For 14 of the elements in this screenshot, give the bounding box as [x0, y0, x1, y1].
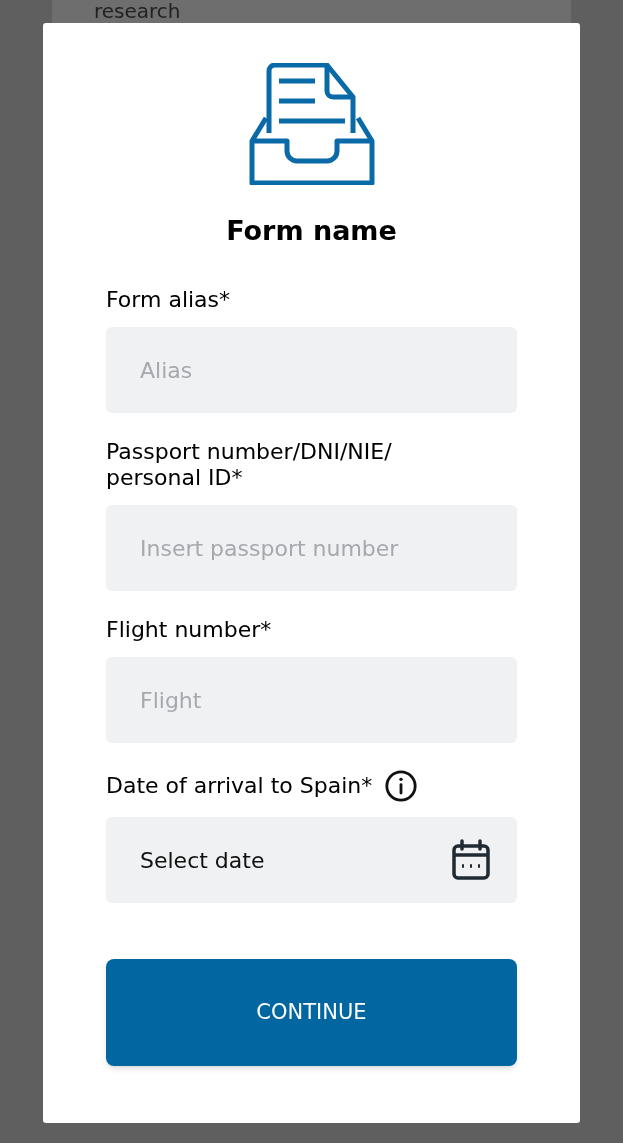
- date-field[interactable]: Select date: [106, 817, 517, 903]
- field-label: Flight number*: [106, 617, 272, 643]
- input-field[interactable]: Alias: [106, 327, 517, 413]
- background-text: research: [94, 0, 181, 22]
- document-tray-icon: [248, 63, 375, 185]
- field-label: Passport number/DNI/NIE/ personal ID*: [106, 439, 393, 491]
- continue-button[interactable]: CONTINUE: [106, 959, 517, 1066]
- input-field[interactable]: Insert passport number: [106, 505, 517, 591]
- calendar-icon: [451, 839, 491, 881]
- field-label: Date of arrival to Spain*: [106, 773, 373, 799]
- info-icon[interactable]: [384, 769, 419, 803]
- field-label: Form alias*: [106, 287, 231, 313]
- input-field[interactable]: Flight: [106, 657, 517, 743]
- dialog-title: Form name: [226, 214, 397, 248]
